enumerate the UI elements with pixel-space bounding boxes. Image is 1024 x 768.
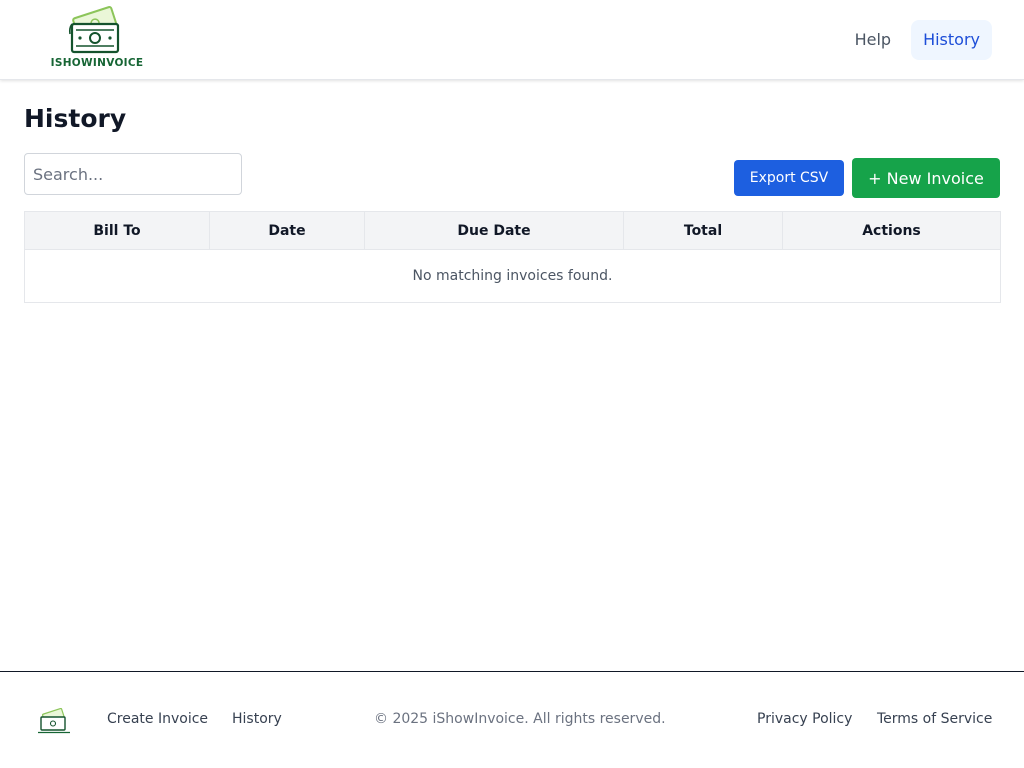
money-stack-icon bbox=[68, 6, 120, 54]
column-header-total[interactable]: Total bbox=[623, 211, 783, 250]
export-csv-button[interactable]: Export CSV bbox=[734, 160, 844, 196]
footer-link-terms-of-service[interactable]: Terms of Service bbox=[877, 711, 992, 727]
nav-history[interactable]: History bbox=[911, 20, 992, 60]
column-header-bill-to[interactable]: Bill To bbox=[24, 211, 210, 250]
page-title: History bbox=[24, 104, 127, 133]
app-header: iShowInvoice Help History bbox=[0, 0, 1024, 80]
brand-logo[interactable]: iShowInvoice bbox=[48, 4, 148, 72]
top-nav: Help History bbox=[843, 20, 992, 60]
empty-state-message: No matching invoices found. bbox=[24, 249, 1001, 303]
footer-link-privacy-policy[interactable]: Privacy Policy bbox=[757, 711, 852, 727]
new-invoice-button[interactable]: + New Invoice bbox=[852, 158, 1000, 198]
app-footer: Create Invoice History © 2025 iShowInvoi… bbox=[0, 671, 1024, 768]
invoice-table: Bill To Date Due Date Total Actions No m… bbox=[24, 211, 1001, 303]
footer-link-create-invoice[interactable]: Create Invoice bbox=[107, 711, 208, 727]
column-header-date[interactable]: Date bbox=[209, 211, 365, 250]
copyright-text: © 2025 iShowInvoice. All rights reserved… bbox=[374, 711, 666, 727]
column-header-actions: Actions bbox=[782, 211, 1001, 250]
column-header-due-date[interactable]: Due Date bbox=[364, 211, 624, 250]
nav-help[interactable]: Help bbox=[843, 20, 903, 60]
footer-link-history[interactable]: History bbox=[232, 711, 282, 727]
table-row-empty: No matching invoices found. bbox=[24, 249, 1001, 303]
table-header-row: Bill To Date Due Date Total Actions bbox=[24, 211, 1001, 250]
search-input[interactable] bbox=[24, 153, 242, 195]
footer-logo-icon[interactable] bbox=[36, 708, 72, 734]
logo-wordmark: iShowInvoice bbox=[50, 57, 144, 69]
